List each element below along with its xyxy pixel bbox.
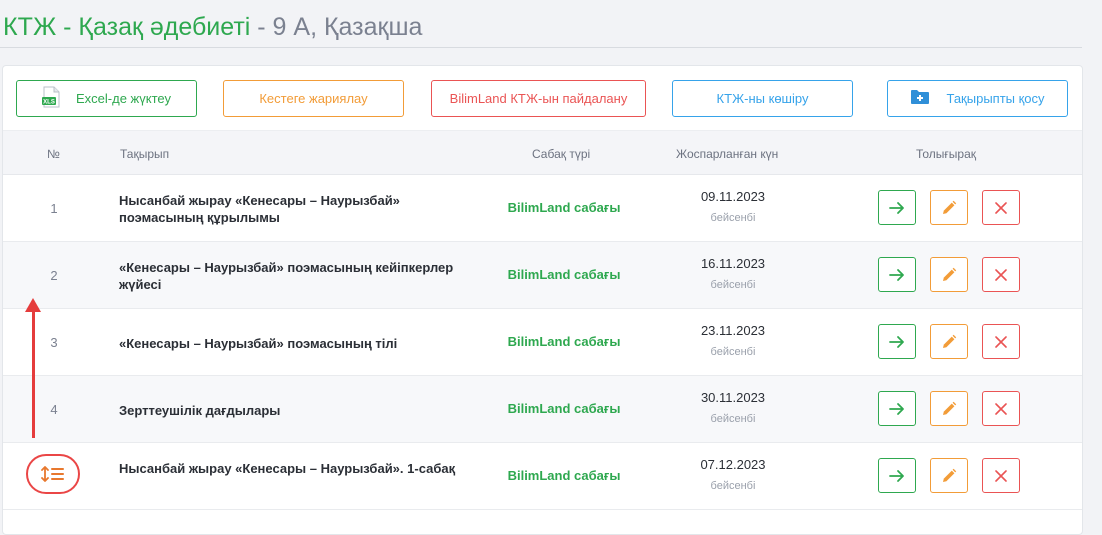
- plan-card: XLS Excel-де жүктеу Кестеге жариялау Bil…: [2, 65, 1083, 535]
- header-num: №: [47, 147, 60, 161]
- row-date: 09.11.2023: [700, 189, 766, 204]
- delete-button[interactable]: [982, 324, 1020, 359]
- add-topic-label: Тақырыпты қосу: [946, 91, 1045, 106]
- row-topic: Нысанбай жырау «Кенесары – Наурызбай» по…: [119, 193, 400, 225]
- table-row: 4 Зерттеушілік дағдылары BilimLand сабағ…: [3, 376, 1082, 443]
- header-topic: Тақырып: [120, 147, 170, 161]
- header-type: Сабақ түрі: [532, 147, 591, 161]
- use-bilimland-plan-button[interactable]: BilimLand КТЖ-ын пайдалану: [431, 80, 646, 117]
- annotation-arrow-head-icon: [25, 298, 41, 312]
- table-header: № Тақырып Сабақ түрі Жоспарланған күн То…: [3, 130, 1082, 175]
- annotation-arrow-line: [32, 308, 35, 438]
- publish-label: Кестеге жариялау: [259, 91, 368, 106]
- edit-button[interactable]: [930, 190, 968, 225]
- row-weekday: бейсенбі: [710, 346, 756, 358]
- close-icon: [995, 335, 1007, 348]
- table-row: 2 «Кенесары – Наурызбай» поэмасының кейі…: [3, 242, 1082, 309]
- page-title-class: - 9 А, Қазақша: [250, 13, 423, 41]
- row-topic: «Кенесары – Наурызбай» поэмасының кейіпк…: [119, 260, 454, 292]
- folder-plus-icon: [910, 89, 930, 108]
- row-weekday: бейсенбі: [710, 480, 756, 492]
- delete-button[interactable]: [982, 257, 1020, 292]
- page-title: КТЖ - Қазақ әдебиеті - 9 А, Қазақша: [3, 12, 422, 42]
- close-icon: [995, 268, 1007, 281]
- open-button[interactable]: [878, 190, 916, 225]
- bilimland-label: BilimLand КТЖ-ын пайдалану: [449, 91, 628, 106]
- excel-file-icon: XLS: [42, 86, 60, 111]
- svg-text:XLS: XLS: [43, 100, 55, 106]
- row-number: 2: [50, 268, 58, 283]
- edit-button[interactable]: [930, 257, 968, 292]
- header-more: Толығырақ: [916, 147, 977, 161]
- arrow-right-icon: [889, 268, 904, 281]
- table-row: 3 «Кенесары – Наурызбай» поэмасының тілі…: [3, 309, 1082, 376]
- row-date: 07.12.2023: [700, 457, 766, 472]
- row-weekday: бейсенбі: [710, 413, 756, 425]
- arrow-right-icon: [889, 335, 904, 348]
- arrow-right-icon: [889, 402, 904, 415]
- pencil-icon: [943, 334, 957, 348]
- row-number: 4: [50, 402, 58, 417]
- open-button[interactable]: [878, 257, 916, 292]
- table-row: Нысанбай жырау «Кенесары – Наурызбай». 1…: [3, 443, 1082, 510]
- row-topic: «Кенесары – Наурызбай» поэмасының тілі: [119, 336, 398, 351]
- delete-button[interactable]: [982, 391, 1020, 426]
- edit-button[interactable]: [930, 458, 968, 493]
- publish-to-schedule-button[interactable]: Кестеге жариялау: [223, 80, 404, 117]
- open-button[interactable]: [878, 458, 916, 493]
- row-lesson-type: BilimLand сабағы: [507, 267, 621, 282]
- excel-download-label: Excel-де жүктеу: [76, 91, 171, 106]
- row-weekday: бейсенбі: [710, 279, 756, 291]
- copy-plan-label: КТЖ-ны көшіру: [716, 91, 809, 106]
- close-icon: [995, 402, 1007, 415]
- row-date: 23.11.2023: [700, 323, 766, 338]
- edit-button[interactable]: [930, 324, 968, 359]
- table-row: 1 Нысанбай жырау «Кенесары – Наурызбай» …: [3, 175, 1082, 242]
- close-icon: [995, 201, 1007, 214]
- row-number: 1: [50, 201, 58, 216]
- open-button[interactable]: [878, 391, 916, 426]
- pencil-icon: [943, 468, 957, 482]
- delete-button[interactable]: [982, 190, 1020, 225]
- pencil-icon: [943, 267, 957, 281]
- close-icon: [995, 469, 1007, 482]
- row-weekday: бейсенбі: [710, 212, 756, 224]
- copy-plan-button[interactable]: КТЖ-ны көшіру: [672, 80, 853, 117]
- page-title-main: КТЖ - Қазақ әдебиеті: [3, 13, 251, 41]
- header-date: Жоспарланған күн: [676, 147, 779, 161]
- pencil-icon: [943, 401, 957, 415]
- row-date: 30.11.2023: [700, 390, 766, 405]
- open-button[interactable]: [878, 324, 916, 359]
- row-topic: Нысанбай жырау «Кенесары – Наурызбай». 1…: [119, 461, 456, 476]
- row-lesson-type: BilimLand сабағы: [507, 401, 621, 416]
- drag-sort-handle[interactable]: [26, 454, 80, 494]
- arrow-right-icon: [889, 201, 904, 214]
- row-lesson-type: BilimLand сабағы: [507, 334, 621, 349]
- add-topic-button[interactable]: Тақырыпты қосу: [887, 80, 1068, 117]
- row-number: 3: [50, 335, 58, 350]
- row-date: 16.11.2023: [700, 256, 766, 271]
- row-lesson-type: BilimLand сабағы: [507, 468, 621, 483]
- row-topic: Зерттеушілік дағдылары: [119, 403, 281, 418]
- page-header: КТЖ - Қазақ әдебиеті - 9 А, Қазақша: [0, 0, 1082, 48]
- row-lesson-type: BilimLand сабағы: [507, 200, 621, 215]
- delete-button[interactable]: [982, 458, 1020, 493]
- pencil-icon: [943, 200, 957, 214]
- edit-button[interactable]: [930, 391, 968, 426]
- sort-order-icon: [41, 466, 64, 482]
- arrow-right-icon: [889, 469, 904, 482]
- excel-download-button[interactable]: XLS Excel-де жүктеу: [16, 80, 197, 117]
